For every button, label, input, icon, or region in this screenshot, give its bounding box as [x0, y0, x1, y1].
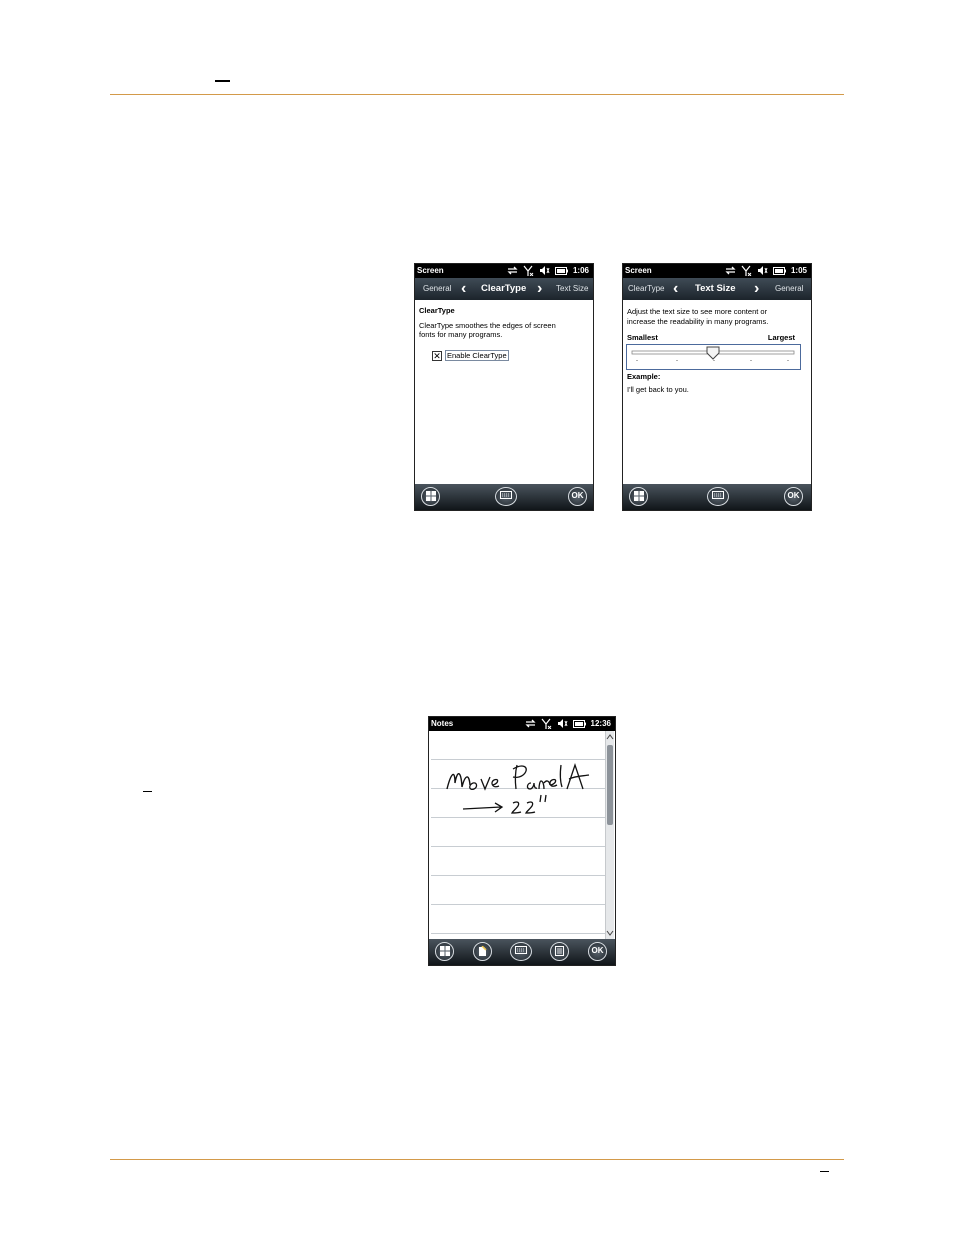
ok-button[interactable]: OK	[784, 487, 803, 506]
ruled-line	[431, 875, 605, 876]
chevron-right-icon[interactable]: ›	[537, 280, 542, 298]
cleartype-screenshot: Screen 1:06 General ‹ ClearType › Text S…	[414, 263, 594, 511]
keyboard-button[interactable]	[707, 487, 729, 506]
tab-bar: General ‹ ClearType › Text Size	[415, 278, 593, 300]
windows-start-icon	[633, 491, 644, 501]
header-rule	[110, 94, 844, 95]
example-heading: Example:	[627, 372, 661, 381]
handwritten-note[interactable]	[443, 761, 613, 821]
slider-max-label: Largest	[767, 333, 795, 342]
menu-button[interactable]	[550, 942, 569, 961]
footer-mark	[820, 1171, 829, 1172]
tab-cleartype[interactable]: ClearType	[628, 284, 664, 293]
section-heading: ClearType	[419, 306, 455, 315]
scroll-up-icon[interactable]	[606, 733, 614, 741]
tab-general[interactable]: General	[423, 284, 451, 293]
start-button[interactable]	[421, 487, 440, 506]
tab-text-size[interactable]: Text Size	[556, 284, 588, 293]
status-bar: Screen 1:06	[415, 264, 593, 278]
keyboard-icon	[712, 491, 724, 499]
scroll-down-icon[interactable]	[606, 929, 614, 937]
keyboard-button[interactable]	[510, 942, 532, 961]
status-clock[interactable]: 1:06	[573, 266, 589, 275]
no-signal-icon[interactable]	[741, 265, 752, 276]
tab-bar: ClearType ‹ Text Size › General	[623, 278, 811, 300]
tab-cleartype[interactable]: ClearType	[481, 283, 526, 294]
status-clock[interactable]: 12:36	[591, 719, 611, 728]
status-title[interactable]: Notes	[431, 719, 453, 728]
vertical-scrollbar[interactable]	[605, 731, 614, 939]
speaker-muted-icon[interactable]	[557, 719, 568, 728]
ruled-line	[431, 759, 605, 760]
section-description: ClearType smoothes the edges of screen f…	[419, 320, 556, 340]
menu-icon	[555, 946, 564, 956]
windows-start-icon	[439, 946, 450, 956]
sync-icon[interactable]	[507, 266, 518, 275]
tab-general[interactable]: General	[775, 284, 803, 293]
ruled-line	[431, 904, 605, 905]
soft-key-bar: OK	[623, 484, 811, 510]
status-bar: Screen 1:05	[623, 264, 811, 278]
scroll-thumb[interactable]	[607, 745, 613, 825]
example-text: I'll get back to you.	[627, 385, 689, 394]
sync-icon[interactable]	[524, 719, 536, 728]
slider-min-label: Smallest	[627, 333, 658, 342]
battery-icon[interactable]	[554, 266, 568, 275]
ok-button[interactable]: OK	[568, 487, 587, 506]
enable-cleartype-label[interactable]: Enable ClearType	[445, 350, 509, 361]
tab-text-size[interactable]: Text Size	[695, 283, 735, 294]
status-bar: Notes 12:36	[429, 717, 615, 731]
status-title[interactable]: Screen	[625, 266, 652, 275]
status-title[interactable]: Screen	[417, 266, 444, 275]
chevron-left-icon[interactable]: ‹	[673, 280, 678, 298]
cleartype-content: ClearType ClearType smoothes the edges o…	[419, 306, 589, 340]
header-mark	[215, 80, 230, 82]
start-button[interactable]	[435, 942, 454, 961]
battery-icon[interactable]	[572, 719, 586, 728]
speaker-muted-icon[interactable]	[757, 266, 768, 275]
notes-screenshot: Notes 12:36 OK	[428, 716, 616, 966]
footer-rule	[110, 1159, 844, 1160]
sync-icon[interactable]	[725, 266, 736, 275]
windows-start-icon	[425, 491, 436, 501]
no-signal-icon[interactable]	[541, 718, 552, 729]
margin-mark	[143, 791, 152, 792]
no-signal-icon[interactable]	[523, 265, 534, 276]
keyboard-icon	[515, 946, 527, 954]
keyboard-button[interactable]	[495, 487, 517, 506]
speaker-muted-icon[interactable]	[539, 266, 550, 275]
ok-button[interactable]: OK	[588, 942, 607, 961]
chevron-left-icon[interactable]: ‹	[461, 280, 466, 298]
text-size-content: Adjust the text size to see more content…	[627, 307, 807, 326]
keyboard-icon	[500, 491, 512, 499]
new-note-icon	[479, 946, 487, 956]
ruled-line	[431, 846, 605, 847]
text-size-screenshot: Screen 1:05 ClearType ‹ Text Size › Gene…	[622, 263, 812, 511]
slider-thumb[interactable]	[706, 346, 720, 360]
enable-cleartype-checkbox[interactable]: ✕	[432, 351, 442, 361]
soft-key-bar: OK	[429, 939, 615, 965]
new-note-button[interactable]	[473, 942, 492, 961]
chevron-right-icon[interactable]: ›	[754, 280, 759, 298]
section-description: Adjust the text size to see more content…	[627, 307, 769, 326]
text-size-slider[interactable]	[626, 344, 801, 370]
ruled-line	[431, 933, 605, 934]
status-clock[interactable]: 1:05	[791, 266, 807, 275]
battery-icon[interactable]	[772, 266, 786, 275]
start-button[interactable]	[629, 487, 648, 506]
soft-key-bar: OK	[415, 484, 593, 510]
